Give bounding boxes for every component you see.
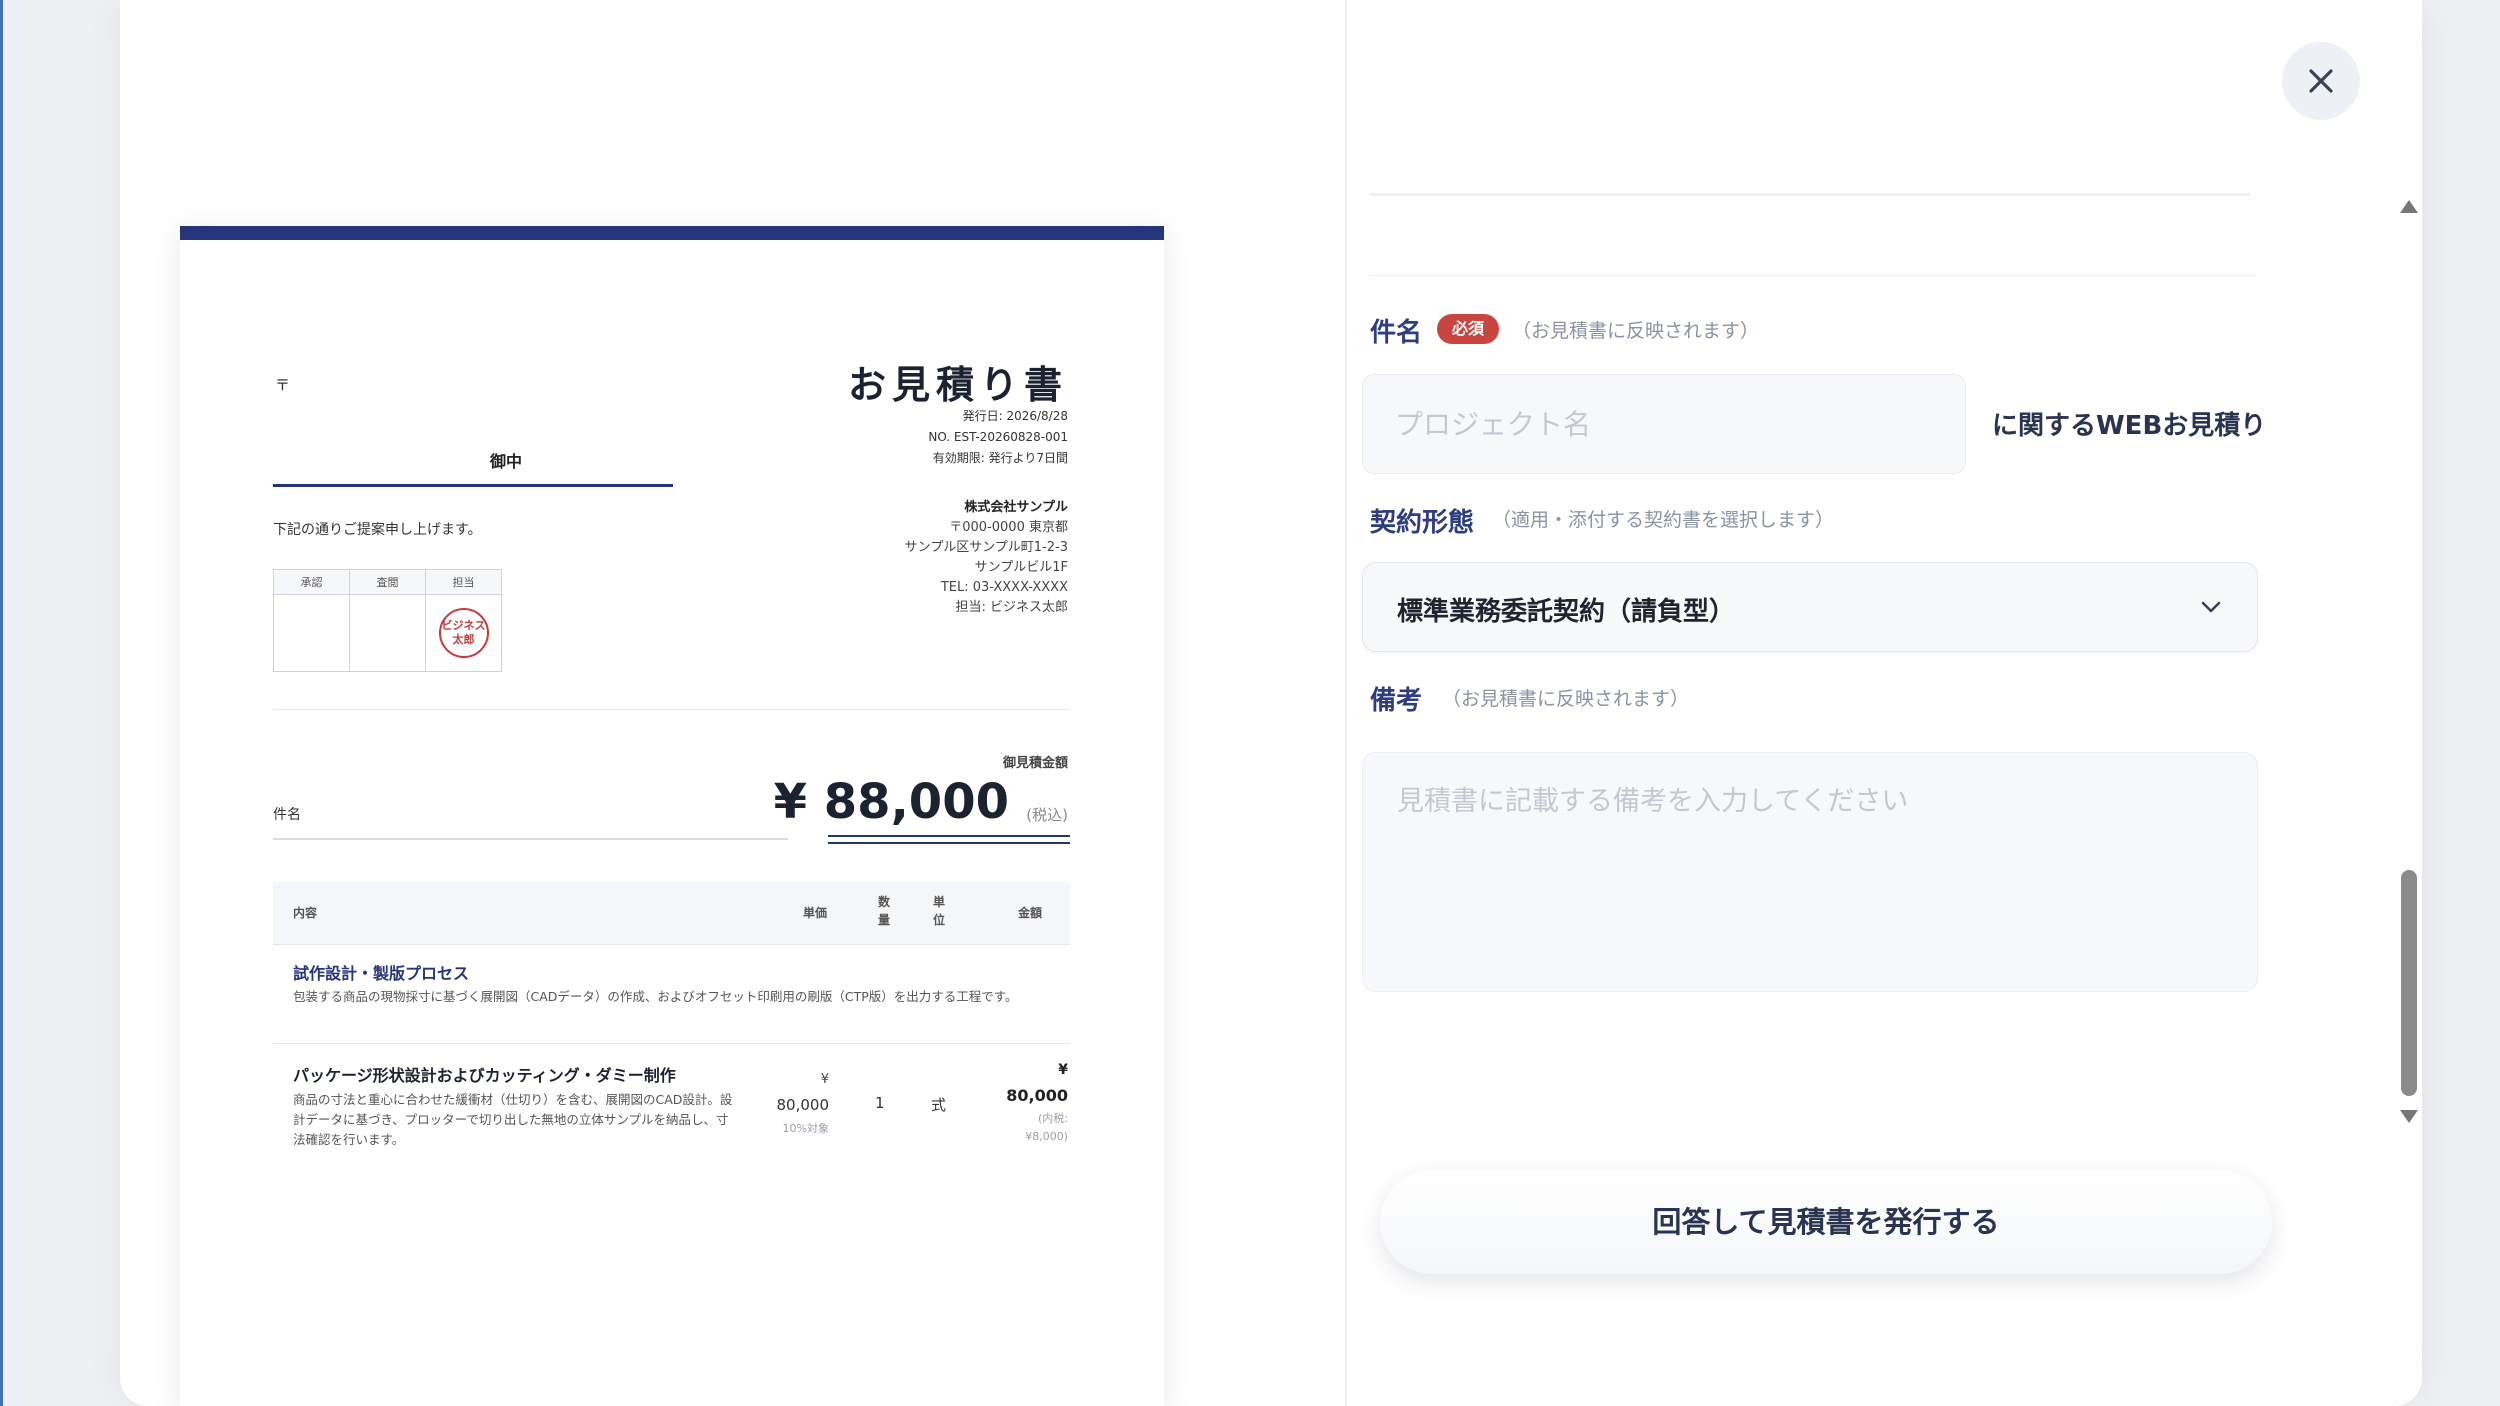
tax-included-note: (税込)	[1026, 806, 1068, 824]
background-window-edge	[0, 0, 3, 1406]
subject-input[interactable]	[1362, 374, 1966, 474]
amount-currency: ¥	[1058, 1062, 1068, 1078]
subject-label: 件名	[1370, 318, 1423, 348]
col-amount: 金額	[1018, 906, 1043, 920]
estimate-amount-label: 御見積金額	[1002, 756, 1068, 771]
contract-type-label: 契約形態	[1370, 508, 1475, 538]
estimate-number: NO. EST-20260828-001	[928, 430, 1068, 444]
item-qty: 1	[875, 1094, 885, 1112]
item-tax-note: (内税: ¥8,000)	[1025, 1112, 1068, 1143]
estimate-total: ¥ 88,000	[773, 774, 1009, 830]
approval-cell-review	[349, 594, 426, 672]
company-address-1: 〒000-0000 東京都	[949, 520, 1068, 535]
notes-textarea[interactable]	[1362, 752, 2258, 992]
notes-label: 備考	[1370, 686, 1423, 716]
approval-stamp-table: 承認 査閲 担当 ビジネス 太郎	[273, 569, 502, 672]
intro-text: 下記の通りご提案申し上げます。	[273, 522, 482, 538]
section-divider	[273, 709, 1070, 710]
col-uom: 単位	[933, 895, 946, 927]
item-amount: 80,000	[1006, 1086, 1068, 1105]
addressee-suffix: 御中	[490, 452, 523, 471]
company-address-3: サンプルビル1F	[974, 560, 1068, 575]
document-subject-underline	[273, 838, 788, 840]
col-qty: 数量	[878, 895, 891, 927]
subject-suffix: に関するWEBお見積り	[1992, 411, 2267, 441]
col-unit-price: 単価	[803, 906, 828, 920]
required-badge: 必須	[1437, 314, 1499, 344]
close-icon	[2309, 69, 2333, 93]
company-tel: TEL: 03-XXXX-XXXX	[940, 580, 1068, 595]
form-section-rule	[1370, 193, 2250, 196]
item-description: 包装する商品の現物採寸に基づく展開図（CADデータ）の作成、およびオフセット印刷…	[293, 989, 1018, 1004]
issuer-company-block: 株式会社サンプル 〒000-0000 東京都 サンプル区サンプル町1-2-3 サ…	[905, 498, 1068, 618]
notes-hint: （お見積書に反映されます）	[1442, 688, 1690, 710]
item-uom: 式	[931, 1096, 947, 1114]
document-subject-label: 件名	[273, 807, 301, 823]
issue-date: 発行日: 2026/8/28	[962, 409, 1068, 423]
contract-type-value: 標準業務委託契約（請負型）	[1397, 597, 1736, 627]
tax-rate-note: 10%対象	[782, 1122, 829, 1135]
company-name: 株式会社サンプル	[964, 500, 1068, 515]
item-title: パッケージ形状設計およびカッティング・ダミー制作	[293, 1066, 676, 1085]
approval-header-charge: 担当	[425, 569, 502, 595]
hanko-stamp: ビジネス 太郎	[438, 608, 489, 658]
scrollbar-thumb[interactable]	[2401, 870, 2417, 1096]
document-title: お見積り書	[847, 363, 1068, 407]
postal-mark: 〒	[275, 376, 291, 394]
approval-cell-approve	[273, 594, 350, 672]
unit-price-currency: ¥	[820, 1072, 829, 1087]
approval-cell-charge: ビジネス 太郎	[425, 594, 502, 672]
panel-divider	[1345, 0, 1347, 1406]
contract-type-select[interactable]: 標準業務委託契約（請負型）	[1362, 562, 2258, 652]
item-description: 商品の寸法と重心に合わせた緩衝材（仕切り）を含む、展開図のCAD設計。設計データ…	[293, 1092, 733, 1147]
validity-period: 有効期限: 発行より7日間	[932, 451, 1068, 465]
col-content: 内容	[293, 906, 318, 920]
item-title: 試作設計・製版プロセス	[293, 964, 470, 983]
document-meta: 発行日: 2026/8/28 NO. EST-20260828-001 有効期限…	[928, 406, 1068, 469]
estimate-document-preview: 〒 御中 お見積り書 発行日: 2026/8/28 NO. EST-202608…	[180, 226, 1164, 1406]
approval-header-review: 査閲	[349, 569, 426, 595]
contract-type-hint: （適用・添付する契約書を選択します）	[1492, 509, 1835, 531]
close-button[interactable]	[2282, 42, 2360, 120]
approval-header-approve: 承認	[273, 569, 350, 595]
subject-hint: （お見積書に反映されます）	[1512, 320, 1760, 342]
company-contact: 担当: ビジネス太郎	[955, 600, 1068, 615]
company-address-2: サンプル区サンプル町1-2-3	[904, 540, 1068, 555]
addressee-underline	[273, 484, 673, 487]
total-double-underline	[828, 835, 1070, 844]
form-section-rule	[1370, 275, 2256, 276]
scroll-down-arrow-icon[interactable]	[2400, 1110, 2418, 1123]
document-header-bar	[180, 226, 1164, 240]
chevron-down-icon	[2201, 601, 2221, 613]
unit-price: 80,000	[776, 1096, 830, 1114]
submit-issue-estimate-button[interactable]: 回答して見積書を発行する	[1380, 1170, 2272, 1274]
items-table-header: 内容 単価 数量 単位 金額	[273, 882, 1070, 945]
item-divider	[273, 1043, 1070, 1044]
scroll-up-arrow-icon[interactable]	[2400, 200, 2418, 213]
